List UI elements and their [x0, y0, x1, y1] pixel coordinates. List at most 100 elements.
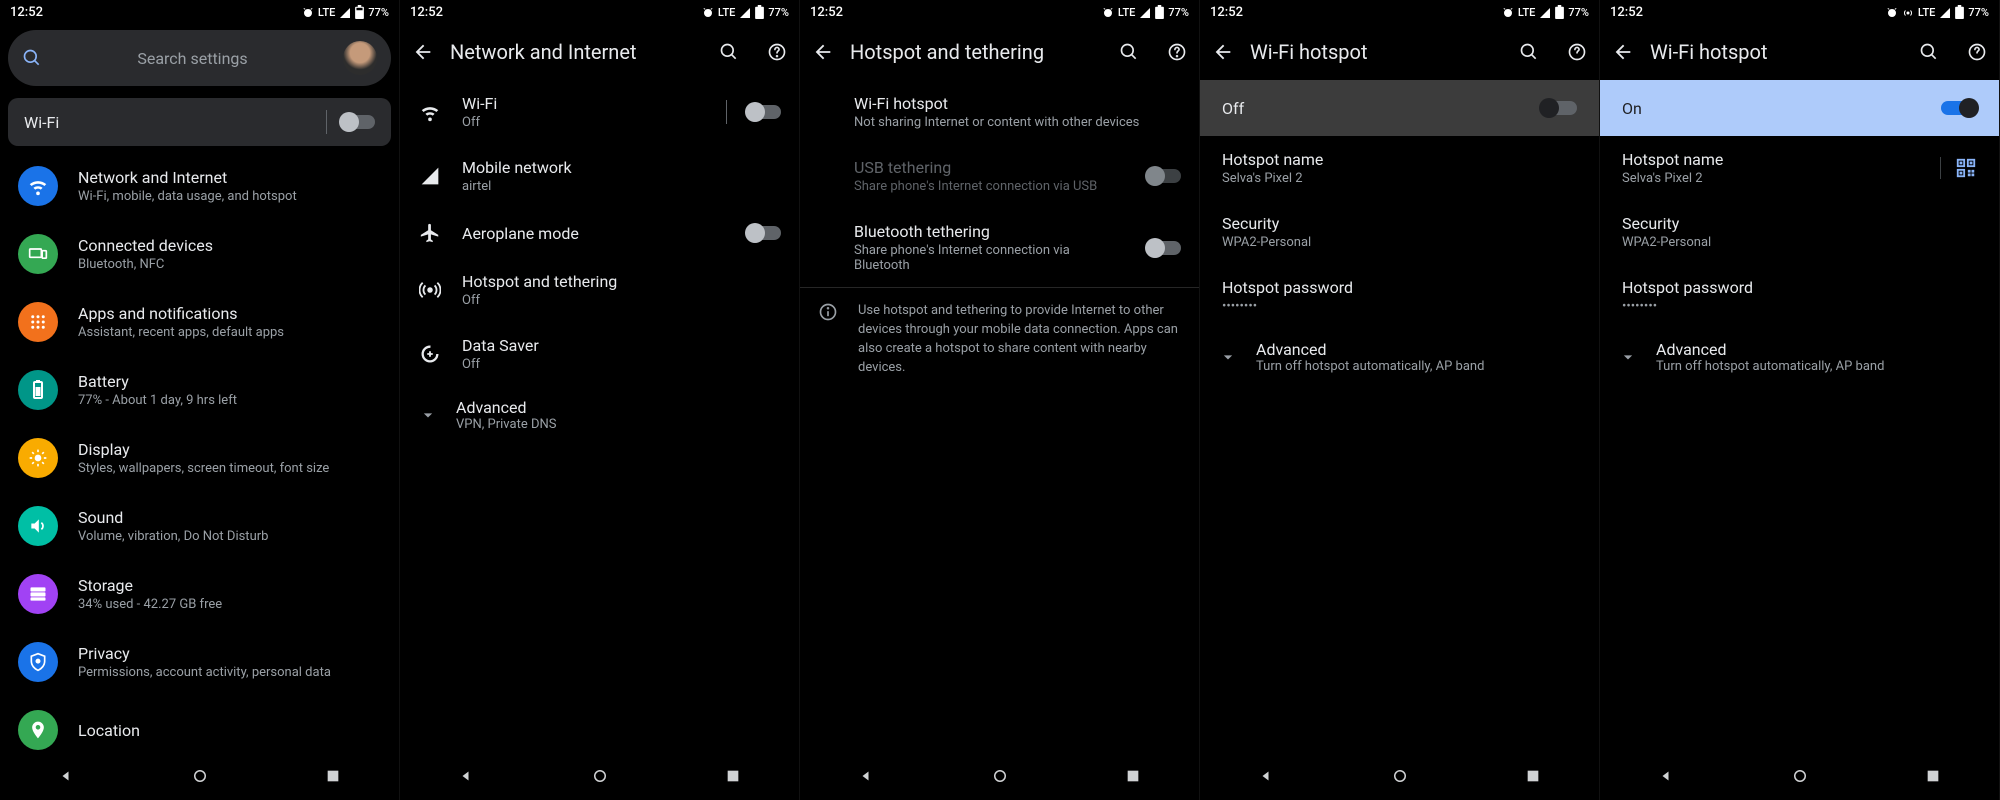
item-title: Sound [78, 508, 381, 527]
settings-row[interactable]: Display Styles, wallpapers, screen timeo… [0, 424, 399, 492]
row-advanced[interactable]: Advanced Turn off hotspot automatically,… [1200, 328, 1599, 386]
screen-wifi-hotspot-off: 12:52 LTE 77% Wi-Fi hotspot Off Hotspot … [1200, 0, 1600, 800]
settings-row[interactable]: Storage 34% used - 42.27 GB free [0, 560, 399, 628]
search-icon[interactable] [1919, 42, 1939, 62]
nav-home-icon[interactable] [1791, 767, 1809, 785]
alarm-icon [302, 5, 314, 18]
wifi-chip-toggle[interactable] [341, 115, 375, 129]
row-advanced[interactable]: Advanced VPN, Private DNS [400, 386, 799, 444]
hotspot-banner[interactable]: On [1600, 80, 1999, 136]
search-settings[interactable]: Search settings [8, 30, 391, 86]
nav-recents-icon[interactable] [725, 768, 741, 784]
chevron-down-icon [1218, 347, 1238, 367]
item-title: Wi-Fi hotspot [854, 94, 1181, 113]
network-row[interactable]: Wi-Fi Off [400, 80, 799, 144]
nav-home-icon[interactable] [591, 767, 609, 785]
network-list: Wi-Fi Off Mobile network airtel Aeroplan… [400, 80, 799, 756]
hotspot-master-toggle[interactable] [1541, 101, 1577, 115]
nav-recents-icon[interactable] [1125, 768, 1141, 784]
nav-home-icon[interactable] [1391, 767, 1409, 785]
row-hotspot-name[interactable]: Hotspot name Selva's Pixel 2 [1600, 136, 1999, 200]
network-row[interactable]: Aeroplane mode [400, 208, 799, 258]
status-bar: 12:52 LTE 77% [0, 0, 399, 24]
status-icons: LTE 77% [1886, 5, 1989, 19]
row-advanced[interactable]: Advanced Turn off hotspot automatically,… [1600, 328, 1999, 386]
advanced-title: Advanced [1256, 340, 1484, 359]
search-icon[interactable] [1119, 42, 1139, 62]
settings-row[interactable]: Battery 77% - About 1 day, 9 hrs left [0, 356, 399, 424]
item-title: Bluetooth tethering [854, 222, 1127, 241]
help-icon[interactable] [1167, 42, 1187, 62]
network-row[interactable]: Data Saver Off [400, 322, 799, 386]
nav-back-icon[interactable] [58, 767, 76, 785]
back-icon[interactable] [1212, 41, 1234, 63]
hotspot-master-toggle[interactable] [1941, 101, 1977, 115]
search-icon[interactable] [1519, 42, 1539, 62]
usb-tethering-toggle [1147, 169, 1181, 183]
item-sub: Volume, vibration, Do Not Disturb [78, 529, 381, 544]
row-security[interactable]: Security WPA2-Personal [1200, 200, 1599, 264]
battery-icon [18, 370, 58, 410]
settings-row[interactable]: Apps and notifications Assistant, recent… [0, 288, 399, 356]
battery-pct: 77% [1568, 6, 1589, 19]
item-sub: airtel [462, 179, 781, 194]
item-sub: Bluetooth, NFC [78, 257, 381, 272]
bluetooth-tethering-toggle[interactable] [1147, 241, 1181, 255]
app-bar: Wi-Fi hotspot [1600, 24, 1999, 80]
nav-back-icon[interactable] [458, 767, 476, 785]
status-icons: LTE 77% [1102, 5, 1189, 19]
search-icon [22, 48, 42, 68]
settings-row[interactable]: Network and Internet Wi-Fi, mobile, data… [0, 152, 399, 220]
account-avatar[interactable] [343, 41, 377, 75]
item-sub: Styles, wallpapers, screen timeout, font… [78, 461, 381, 476]
settings-row[interactable]: Sound Volume, vibration, Do Not Disturb [0, 492, 399, 560]
wifi-toggle[interactable] [747, 105, 781, 119]
back-icon[interactable] [812, 41, 834, 63]
back-icon[interactable] [412, 41, 434, 63]
item-sub: 77% - About 1 day, 9 hrs left [78, 393, 381, 408]
settings-row[interactable]: Privacy Permissions, account activity, p… [0, 628, 399, 696]
row-wifi-hotspot[interactable]: Wi-Fi hotspot Not sharing Internet or co… [800, 80, 1199, 144]
row-password[interactable]: Hotspot password •••••••• [1200, 264, 1599, 328]
airplane-toggle[interactable] [747, 226, 781, 240]
settings-row[interactable]: Location [0, 696, 399, 756]
value: Selva's Pixel 2 [1222, 171, 1577, 186]
status-time: 12:52 [10, 5, 43, 20]
qr-code-icon[interactable] [1940, 157, 1977, 179]
app-bar: Wi-Fi hotspot [1200, 24, 1599, 80]
nav-home-icon[interactable] [191, 767, 209, 785]
help-icon[interactable] [1967, 42, 1987, 62]
nav-back-icon[interactable] [858, 767, 876, 785]
item-sub: Off [462, 115, 706, 130]
airplane-icon [418, 222, 442, 244]
nav-back-icon[interactable] [1658, 767, 1676, 785]
tethering-list: Wi-Fi hotspot Not sharing Internet or co… [800, 80, 1199, 418]
network-row[interactable]: Mobile network airtel [400, 144, 799, 208]
nav-recents-icon[interactable] [1925, 768, 1941, 784]
label: Hotspot name [1222, 150, 1577, 169]
nav-recents-icon[interactable] [325, 768, 341, 784]
value: WPA2-Personal [1222, 235, 1577, 250]
battery-pct: 77% [768, 6, 789, 19]
row-bluetooth-tethering[interactable]: Bluetooth tethering Share phone's Intern… [800, 208, 1199, 287]
settings-row[interactable]: Connected devices Bluetooth, NFC [0, 220, 399, 288]
row-hotspot-name[interactable]: Hotspot name Selva's Pixel 2 [1200, 136, 1599, 200]
item-title: USB tethering [854, 158, 1127, 177]
wifi-quick-chip[interactable]: Wi-Fi [8, 98, 391, 146]
network-row[interactable]: Hotspot and tethering Off [400, 258, 799, 322]
search-icon[interactable] [719, 42, 739, 62]
row-password[interactable]: Hotspot password •••••••• [1600, 264, 1999, 328]
row-security[interactable]: Security WPA2-Personal [1600, 200, 1999, 264]
value: •••••••• [1622, 299, 1977, 314]
divider [326, 110, 327, 134]
location-icon [18, 710, 58, 750]
lte-label: LTE [1118, 6, 1136, 19]
item-sub: 34% used - 42.27 GB free [78, 597, 381, 612]
nav-back-icon[interactable] [1258, 767, 1276, 785]
hotspot-banner[interactable]: Off [1200, 80, 1599, 136]
nav-recents-icon[interactable] [1525, 768, 1541, 784]
nav-home-icon[interactable] [991, 767, 1009, 785]
help-icon[interactable] [1567, 42, 1587, 62]
back-icon[interactable] [1612, 41, 1634, 63]
help-icon[interactable] [767, 42, 787, 62]
